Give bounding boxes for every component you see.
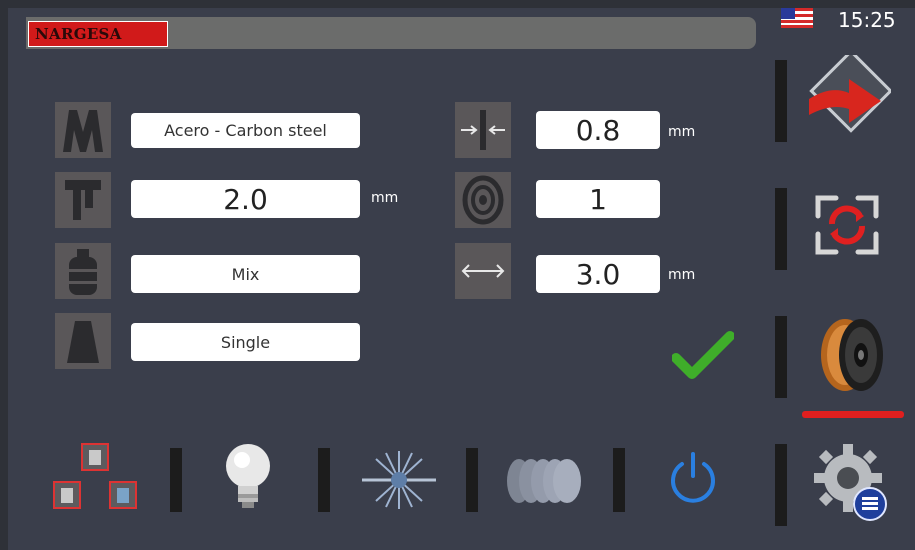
- settings-icon[interactable]: [812, 440, 890, 522]
- torch-field[interactable]: Single: [131, 323, 360, 361]
- wire-spool-icon[interactable]: [815, 315, 887, 395]
- separator: [775, 188, 787, 270]
- us-flag-icon[interactable]: [781, 8, 813, 28]
- spool-icon: [455, 172, 511, 228]
- wire-diameter-icon: [455, 102, 511, 158]
- wire-spool-field[interactable]: 1: [536, 180, 660, 218]
- separator: [775, 60, 787, 142]
- refresh-icon[interactable]: [812, 190, 882, 260]
- brand-logo: NARGESA: [28, 21, 168, 47]
- length-unit: mm: [668, 267, 696, 283]
- confirm-check-icon[interactable]: [672, 330, 734, 382]
- material-field[interactable]: Acero - Carbon steel: [131, 113, 360, 148]
- separator: [775, 316, 787, 398]
- separator: [170, 448, 182, 512]
- thickness-unit: mm: [371, 190, 399, 206]
- thickness-field[interactable]: 2.0: [131, 180, 360, 218]
- weld-bead-icon[interactable]: [505, 456, 589, 506]
- power-icon[interactable]: [668, 450, 718, 506]
- windows-icon[interactable]: [52, 442, 140, 518]
- spark-icon[interactable]: [362, 445, 436, 515]
- wire-diameter-unit: mm: [668, 124, 696, 140]
- clock-time: 15:25: [838, 8, 896, 32]
- torch-nozzle-icon: [55, 313, 111, 369]
- separator: [318, 448, 330, 512]
- separator: [466, 448, 478, 512]
- gas-cylinder-icon: [55, 243, 111, 299]
- length-arrows-icon: [455, 243, 511, 299]
- wire-diameter-field[interactable]: 0.8: [536, 111, 660, 149]
- caliper-icon: [55, 172, 111, 228]
- length-field[interactable]: 3.0: [536, 255, 660, 293]
- gas-field[interactable]: Mix: [131, 255, 360, 293]
- separator: [613, 448, 625, 512]
- light-bulb-icon[interactable]: [220, 440, 276, 520]
- next-arrow-icon[interactable]: [801, 55, 891, 145]
- separator: [775, 444, 787, 526]
- brand-name: NARGESA: [35, 25, 122, 43]
- active-indicator: [802, 411, 904, 418]
- material-icon: [55, 102, 111, 158]
